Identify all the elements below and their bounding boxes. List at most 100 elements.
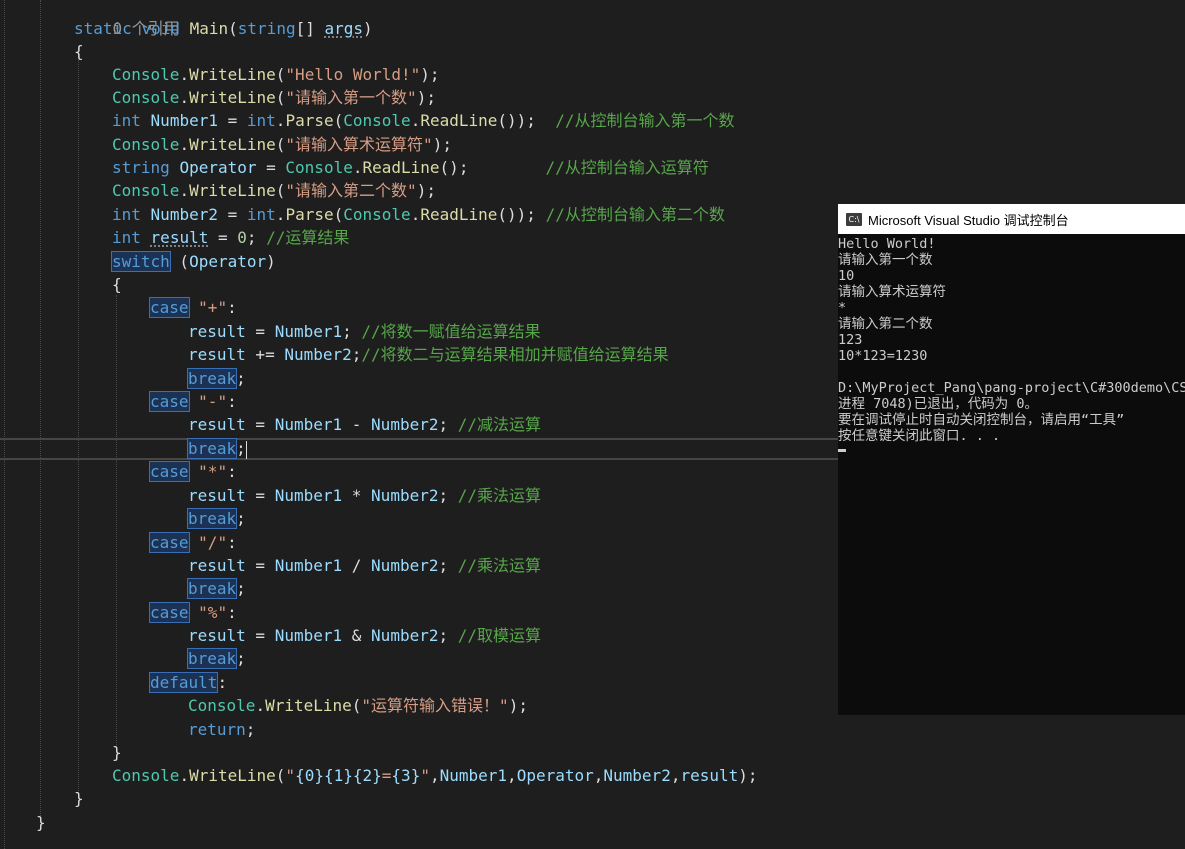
code-line[interactable]: case "*": xyxy=(149,461,237,483)
keyword-highlighted: case xyxy=(149,297,190,318)
type-name: Console xyxy=(343,205,411,224)
code-line[interactable]: Console.WriteLine("请输入算术运算符"); xyxy=(112,134,452,156)
keyword: static xyxy=(74,19,132,38)
string-literal: "请输入第一个数" xyxy=(285,88,417,107)
console-line: Hello World! xyxy=(838,236,936,252)
code-line[interactable]: result = Number1 & Number2; //取模运算 xyxy=(188,625,541,647)
code-line[interactable]: string Operator = Console.ReadLine(); //… xyxy=(112,157,709,179)
code-line[interactable]: Console.WriteLine("请输入第一个数"); xyxy=(112,87,436,109)
indent-guide xyxy=(116,295,117,745)
console-line: 请输入算术运算符 xyxy=(838,284,946,300)
type-name: Console xyxy=(188,696,256,715)
variable: Operator xyxy=(179,158,257,177)
console-app-icon: C:\ xyxy=(846,212,862,226)
method-name: Parse xyxy=(285,205,334,224)
keyword-highlighted: switch xyxy=(111,251,171,272)
code-line[interactable]: } xyxy=(36,812,46,834)
code-line[interactable]: Console.WriteLine("{0}{1}{2}={3}",Number… xyxy=(112,765,758,787)
variable: Number1 xyxy=(274,556,343,575)
string-literal: "/" xyxy=(198,533,228,552)
variable: Number2 xyxy=(371,556,439,575)
debug-console-window[interactable]: C:\ Microsoft Visual Studio 调试控制台 Hello … xyxy=(838,204,1185,715)
code-line[interactable]: { xyxy=(112,274,122,296)
string-literal: "*" xyxy=(198,462,228,481)
method-name: WriteLine xyxy=(189,181,276,200)
code-line[interactable]: break; xyxy=(186,648,246,670)
code-line[interactable]: } xyxy=(112,742,122,764)
code-lens-references[interactable]: 0 个引用 xyxy=(74,0,180,38)
code-line-current[interactable]: break; xyxy=(186,438,247,460)
comment: //将数二与运算结果相加并赋值给运算结果 xyxy=(361,345,669,364)
keyword-highlighted: break xyxy=(186,438,238,459)
variable: Number1 xyxy=(274,415,343,434)
comment: //乘法运算 xyxy=(457,556,542,575)
code-line[interactable]: result = Number1 / Number2; //乘法运算 xyxy=(188,555,541,577)
method-name: ReadLine xyxy=(420,111,498,130)
variable: Number2 xyxy=(371,626,439,645)
string-literal: "运算符输入错误！" xyxy=(361,696,509,715)
variable: result xyxy=(150,228,209,247)
variable: result xyxy=(188,345,246,364)
code-line[interactable]: case "+": xyxy=(149,297,237,319)
variable: Number1 xyxy=(274,486,343,505)
code-line[interactable]: static void Main(string[] args) xyxy=(74,18,373,40)
variable: result xyxy=(188,626,246,645)
code-line[interactable]: int Number1 = int.Parse(Console.ReadLine… xyxy=(112,110,734,132)
console-output[interactable]: Hello World! 请输入第一个数 10 请输入算术运算符 * 请输入第二… xyxy=(838,234,1185,452)
code-line[interactable]: break; xyxy=(186,578,246,600)
variable: Number2 xyxy=(371,415,439,434)
code-line[interactable]: result = Number1 - Number2; //减法运算 xyxy=(188,414,541,436)
comment: //从控制台输入第一个数 xyxy=(555,111,735,130)
code-line[interactable]: int result = 0; //运算结果 xyxy=(112,227,349,249)
code-line[interactable]: case "%": xyxy=(149,602,237,624)
code-line[interactable]: switch (Operator) xyxy=(111,251,276,273)
variable: result xyxy=(680,766,739,785)
console-line: 按任意键关闭此窗口. . . xyxy=(838,428,1001,444)
keyword: string xyxy=(237,19,296,38)
code-line[interactable]: } xyxy=(74,788,84,810)
keyword: return xyxy=(188,720,246,739)
code-line[interactable]: Console.WriteLine("Hello World!"); xyxy=(112,64,440,86)
method-name: WriteLine xyxy=(265,696,352,715)
string-literal: "请输入第二个数" xyxy=(285,181,417,200)
code-line[interactable]: break; xyxy=(186,508,246,530)
console-title: Microsoft Visual Studio 调试控制台 xyxy=(868,212,1069,228)
keyword: int xyxy=(112,228,141,247)
type-name: Console xyxy=(112,766,180,785)
variable: Number2 xyxy=(603,766,671,785)
code-line[interactable]: case "-": xyxy=(149,391,237,413)
format-placeholder: {2} xyxy=(352,766,382,785)
type-name: Console xyxy=(112,65,180,84)
variable: result xyxy=(188,415,246,434)
indent-guide xyxy=(78,60,79,795)
variable: Number1 xyxy=(439,766,508,785)
console-titlebar[interactable]: C:\ Microsoft Visual Studio 调试控制台 xyxy=(838,204,1185,234)
code-line[interactable]: break; xyxy=(186,368,246,390)
code-line[interactable]: result = Number1; //将数一赋值给运算结果 xyxy=(188,321,541,343)
console-line: D:\MyProject_Pang\pang-project\C#300demo… xyxy=(838,380,1185,396)
indent-guide xyxy=(4,0,5,849)
code-line[interactable]: Console.WriteLine("请输入第二个数"); xyxy=(112,180,436,202)
comment: //取模运算 xyxy=(457,626,542,645)
keyword-highlighted: break xyxy=(186,508,238,529)
console-line: 请输入第二个数 xyxy=(838,316,933,332)
code-editor[interactable]: 0 个引用 static void Main(string[] args) { … xyxy=(0,0,1185,849)
code-line[interactable]: return; xyxy=(188,719,255,741)
console-line: 要在调试停止时自动关闭控制台，请启用“工具” xyxy=(838,412,1125,428)
code-line[interactable]: result = Number1 * Number2; //乘法运算 xyxy=(188,485,541,507)
code-line[interactable]: result += Number2;//将数二与运算结果相加并赋值给运算结果 xyxy=(188,344,669,366)
keyword: int xyxy=(112,111,141,130)
keyword: int xyxy=(246,111,276,130)
code-line[interactable]: int Number2 = int.Parse(Console.ReadLine… xyxy=(112,204,725,226)
variable: Operator xyxy=(516,766,594,785)
string-literal: "%" xyxy=(198,603,228,622)
code-line[interactable]: default: xyxy=(148,672,227,694)
keyword: void xyxy=(141,19,180,38)
variable: result xyxy=(188,322,246,341)
text-caret xyxy=(245,440,247,459)
code-line[interactable]: { xyxy=(74,41,84,63)
code-line[interactable]: case "/": xyxy=(149,532,237,554)
keyword: int xyxy=(246,205,276,224)
code-line[interactable]: Console.WriteLine("运算符输入错误！"); xyxy=(188,695,528,717)
